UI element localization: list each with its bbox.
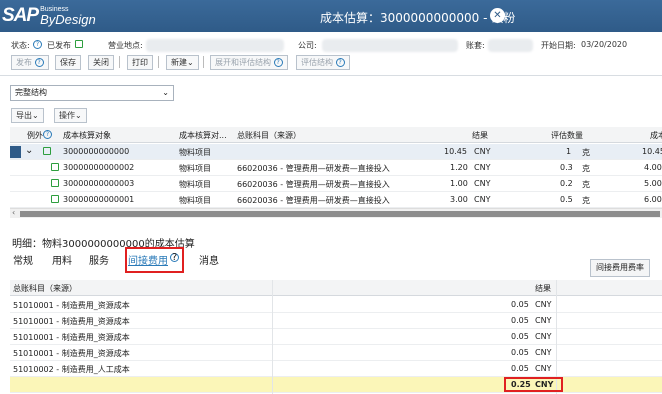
material-icon [43,147,51,155]
column-header-object[interactable]: 成本核算对象 [63,130,111,141]
close-icon[interactable]: ✕ [490,8,505,23]
highlight-box [504,377,563,392]
site-label: 营业地点: [108,41,143,50]
help-icon: ? [43,130,52,139]
toolbar-separator [203,56,204,68]
structure-select[interactable]: 完整结构 ⌄ [10,85,174,101]
sap-logo: SAP Business ByDesign [2,5,96,27]
status-label: 状态: [11,41,30,50]
company-value-redacted [322,39,458,52]
table-row[interactable]: 30000000000002 物料项目 66020036 - 管理费用—研发费—… [10,160,662,176]
table-row[interactable]: 51010002 - 制造费用_人工成本 0.05 CNY [10,361,662,377]
table-row[interactable]: 30000000000003 物料项目 66020036 - 管理费用—研发费—… [10,176,662,192]
column-header-exception[interactable]: 例外 [27,130,43,141]
dropdown-chevron-icon: ⌄ [75,111,82,120]
evaluate-structure-button[interactable]: 评估结构 ? [296,55,350,70]
start-date-value: 03/20/2020 [581,40,628,49]
tab-messages[interactable]: 消息 [199,252,219,267]
app-header: SAP Business ByDesign 成本估算：3000000000000… [0,0,662,32]
scrollbar-thumb[interactable] [20,211,660,217]
account-value-redacted [488,39,533,52]
export-button[interactable]: 导出⌄ [11,108,44,123]
column-divider [272,280,273,394]
column-header-object-type[interactable]: 成本核算对... [179,130,227,141]
page-title: 成本估算：3000000000000 - 碳粉 [320,11,516,25]
release-button[interactable]: 发布 ? [11,55,49,70]
table-row[interactable]: 51010001 - 制造费用_资源成本 0.05 CNY [10,297,662,313]
overhead-rate-button[interactable]: 间接费用费率 [590,259,650,277]
scroll-left-icon[interactable]: ‹ [12,208,15,217]
close-button[interactable]: 关闭 [88,55,114,70]
actions-button[interactable]: 操作⌄ [54,108,87,123]
toolbar-separator [119,56,120,68]
help-icon: ? [34,58,44,67]
row-selector[interactable] [10,146,21,158]
material-icon [51,179,59,187]
account-label: 账套: [466,41,485,50]
expand-icon[interactable]: ⌄ [25,145,33,156]
material-icon [51,163,59,171]
table-header: 总账科目（来源） 结果 [10,280,662,296]
chevron-down-icon: ⌄ [162,88,169,97]
site-value-redacted [146,39,284,52]
table-row[interactable]: ⌄ 3000000000000 物料项目 10.45 CNY 1 克 10.45 [10,144,662,160]
tab-services[interactable]: 服务 [89,252,109,267]
status-help-icon[interactable]: ? [33,40,42,49]
horizontal-scrollbar[interactable]: ‹ [10,208,662,218]
divider [0,75,662,76]
toolbar-separator [158,56,159,68]
print-button[interactable]: 打印 [127,55,153,70]
tab-materials[interactable]: 用料 [52,252,72,267]
column-header-gl-account[interactable]: 总账科目（来源） [13,283,77,294]
status-value: 已发布 [47,41,71,50]
column-header-cost[interactable]: 成本 [650,130,662,141]
table-row[interactable]: 51010001 - 制造费用_资源成本 0.05 CNY [10,345,662,361]
material-icon [51,195,59,203]
table-row[interactable]: 51010001 - 制造费用_资源成本 0.05 CNY [10,329,662,345]
column-header-gl-account[interactable]: 总账科目（来源） [237,130,301,141]
table-row[interactable]: 51010001 - 制造费用_资源成本 0.05 CNY [10,313,662,329]
table-header: 例外 ? 成本核算对象 成本核算对... 总账科目（来源） 结果 评估数量 成本 [10,127,662,143]
main-toolbar: 发布 ? 保存 关闭 打印 新建⌄ 展开和评估结构 ? 评估结构 ? [0,53,662,71]
released-status-icon [75,40,83,48]
total-row: 0.25 CNY [10,377,662,393]
column-header-eval-qty[interactable]: 评估数量 [551,130,583,141]
column-header-result[interactable]: 结果 [472,130,488,141]
new-button[interactable]: 新建⌄ [166,55,199,70]
dropdown-chevron-icon: ⌄ [32,111,39,120]
save-button[interactable]: 保存 [55,55,81,70]
help-icon: ? [335,58,345,67]
column-header-result[interactable]: 结果 [535,283,551,294]
table-row[interactable]: 30000000000001 物料项目 66020036 - 管理费用—研发费—… [10,192,662,208]
highlight-box [125,247,184,273]
expand-evaluate-button[interactable]: 展开和评估结构 ? [210,55,288,70]
tab-general[interactable]: 常规 [13,252,33,267]
company-label: 公司: [298,41,317,50]
dropdown-chevron-icon: ⌄ [187,58,194,67]
start-date-label: 开始日期: [541,41,576,50]
help-icon: ? [273,58,283,67]
